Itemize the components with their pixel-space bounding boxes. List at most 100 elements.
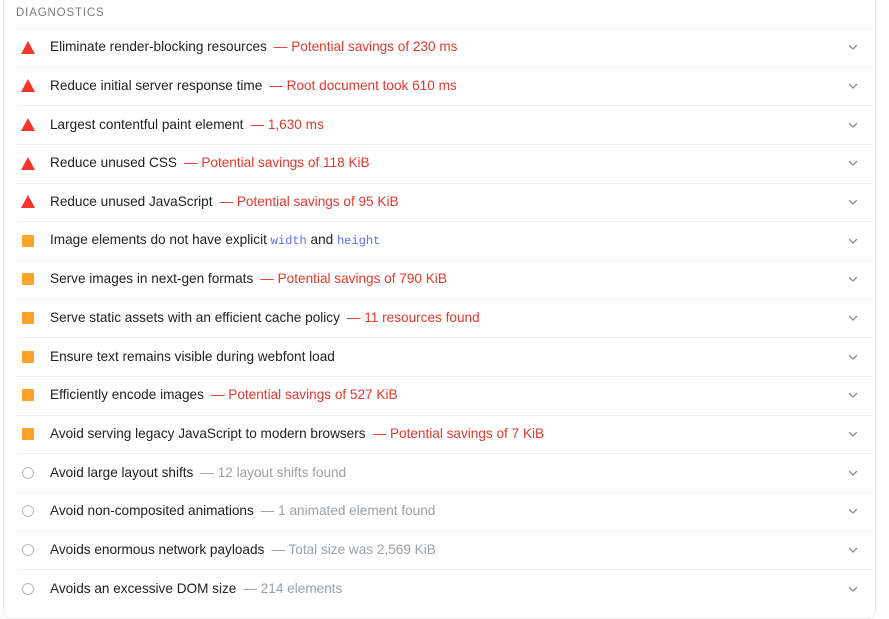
audit-subtitle: — 11 resources found <box>346 310 480 326</box>
audit-row[interactable]: Avoid large layout shifts — 12 layout shi… <box>4 453 875 492</box>
average-square-icon <box>20 271 36 287</box>
fail-triangle-icon <box>20 194 36 210</box>
audit-title: Ensure text remains visible during webfo… <box>50 348 335 364</box>
average-square-icon <box>20 349 36 365</box>
chevron-down-icon[interactable] <box>843 463 863 483</box>
audit-subtitle: — Potential savings of 95 KiB <box>219 194 399 210</box>
chevron-down-icon[interactable] <box>843 540 863 560</box>
audit-subtitle: — 12 layout shifts found <box>200 464 347 480</box>
audit-row[interactable]: Avoid serving legacy JavaScript to moder… <box>4 414 875 454</box>
audit-subtitle: — Potential savings of 527 KiB <box>210 387 398 403</box>
average-square-icon-glyph <box>22 427 34 440</box>
audit-title: Reduce unused CSS <box>50 155 177 171</box>
fail-triangle-icon-glyph <box>21 118 35 132</box>
diagnostics-header: DIAGNOSTICS <box>4 0 875 28</box>
page-title: DIAGNOSTICS <box>16 6 105 19</box>
audit-title: Reduce unused JavaScript <box>50 194 213 210</box>
audit-text: Avoids enormous network payloads — Total … <box>50 541 833 559</box>
fail-triangle-icon <box>20 39 36 55</box>
audit-title: Reduce initial server response time <box>50 78 263 94</box>
audit-subtitle: — Root document took 610 ms <box>269 78 457 94</box>
fail-triangle-icon <box>20 78 36 94</box>
audit-text: Efficiently encode images — Potential sav… <box>50 386 833 404</box>
chevron-down-icon[interactable] <box>843 192 863 212</box>
chevron-down-icon[interactable] <box>843 37 863 57</box>
audit-subtitle: — Potential savings of 230 ms <box>273 39 458 55</box>
audit-row[interactable]: Image elements do not have explicit widt… <box>4 221 875 260</box>
average-square-icon <box>20 233 36 249</box>
pass-circle-icon-glyph <box>22 505 34 518</box>
audit-subtitle: — 1 animated element found <box>260 503 436 519</box>
average-square-icon-glyph <box>22 389 34 402</box>
pass-circle-icon <box>20 503 36 519</box>
diagnostics-panel: DIAGNOSTICS Eliminate render-blocking re… <box>3 0 876 619</box>
audit-subtitle: — Potential savings of 790 KiB <box>260 271 447 287</box>
audit-text: Avoid serving legacy JavaScript to moder… <box>50 425 833 443</box>
average-square-icon-glyph <box>22 273 34 286</box>
fail-triangle-icon <box>20 155 36 171</box>
fail-triangle-icon-glyph <box>21 40 35 54</box>
audit-subtitle: — Total size was 2,569 KiB <box>271 542 436 558</box>
chevron-down-icon[interactable] <box>843 347 863 367</box>
audit-text: Eliminate render-blocking resources — Pot… <box>50 38 833 56</box>
chevron-down-icon[interactable] <box>843 424 863 444</box>
pass-circle-icon-glyph <box>22 543 34 556</box>
audit-row[interactable]: Reduce unused JavaScript — Potential savi… <box>4 182 875 222</box>
average-square-icon <box>20 310 36 326</box>
audit-text: Serve static assets with an efficient ca… <box>50 309 833 327</box>
audit-subtitle: — 1,630 ms <box>250 116 324 132</box>
audit-title: Avoids an excessive DOM size <box>50 580 237 596</box>
pass-circle-icon-glyph <box>22 582 34 595</box>
audit-text: Image elements do not have explicit widt… <box>50 231 833 250</box>
average-square-icon <box>20 426 36 442</box>
fail-triangle-icon-glyph <box>21 79 35 93</box>
average-square-icon-glyph <box>22 311 34 324</box>
audit-text: Ensure text remains visible during webfo… <box>50 348 833 366</box>
audit-row[interactable]: Eliminate render-blocking resources — Pot… <box>4 28 875 67</box>
audit-title: Eliminate render-blocking resources <box>50 39 267 55</box>
fail-triangle-icon-glyph <box>21 195 35 209</box>
average-square-icon-glyph <box>22 350 34 363</box>
audit-title: Avoid non-composited animations <box>50 503 254 519</box>
audit-text: Serve images in next-gen formats — Potent… <box>50 270 833 288</box>
audit-row[interactable]: Avoid non-composited animations — 1 anima… <box>4 491 875 531</box>
chevron-down-icon[interactable] <box>843 153 863 173</box>
audit-title: Serve static assets with an efficient ca… <box>50 310 340 326</box>
audit-row[interactable]: Reduce initial server response time — Roo… <box>4 66 875 106</box>
audit-subtitle: — Potential savings of 118 KiB <box>183 155 370 171</box>
audit-row[interactable]: Ensure text remains visible during webfo… <box>4 337 875 376</box>
audit-title: Image elements do not have explicit widt… <box>50 232 381 249</box>
chevron-down-icon[interactable] <box>843 501 863 521</box>
chevron-down-icon[interactable] <box>843 76 863 96</box>
average-square-icon-glyph <box>22 234 34 247</box>
audit-list: Eliminate render-blocking resources — Pot… <box>4 28 875 608</box>
audit-title: Avoid large layout shifts <box>50 464 194 480</box>
audit-text: Avoid large layout shifts — 12 layout shi… <box>50 464 833 482</box>
audit-title: Avoids enormous network payloads <box>50 542 265 558</box>
chevron-down-icon[interactable] <box>843 231 863 251</box>
audit-row[interactable]: Serve static assets with an efficient ca… <box>4 298 875 338</box>
pass-circle-icon <box>20 581 36 597</box>
audit-text: Largest contentful paint element — 1,630 … <box>50 116 833 134</box>
audit-row[interactable]: Largest contentful paint element — 1,630 … <box>4 105 875 144</box>
audit-row[interactable]: Avoids an excessive DOM size — 214 elemen… <box>4 569 875 608</box>
chevron-down-icon[interactable] <box>843 385 863 405</box>
audit-text: Avoids an excessive DOM size — 214 elemen… <box>50 580 833 598</box>
fail-triangle-icon <box>20 117 36 133</box>
chevron-down-icon[interactable] <box>843 269 863 289</box>
audit-row[interactable]: Reduce unused CSS — Potential savings of … <box>4 143 875 183</box>
audit-title: Serve images in next-gen formats <box>50 271 254 287</box>
average-square-icon <box>20 387 36 403</box>
audit-title: Efficiently encode images <box>50 387 204 403</box>
audit-title: Largest contentful paint element <box>50 116 244 132</box>
chevron-down-icon[interactable] <box>843 115 863 135</box>
audit-row[interactable]: Avoids enormous network payloads — Total … <box>4 530 875 570</box>
chevron-down-icon[interactable] <box>843 579 863 599</box>
chevron-down-icon[interactable] <box>843 308 863 328</box>
pass-circle-icon <box>20 542 36 558</box>
audit-text: Reduce unused JavaScript — Potential savi… <box>50 193 833 211</box>
audit-row[interactable]: Efficiently encode images — Potential sav… <box>4 375 875 415</box>
audit-row[interactable]: Serve images in next-gen formats — Potent… <box>4 259 875 299</box>
pass-circle-icon-glyph <box>22 466 34 479</box>
audit-text: Reduce unused CSS — Potential savings of … <box>50 154 833 172</box>
